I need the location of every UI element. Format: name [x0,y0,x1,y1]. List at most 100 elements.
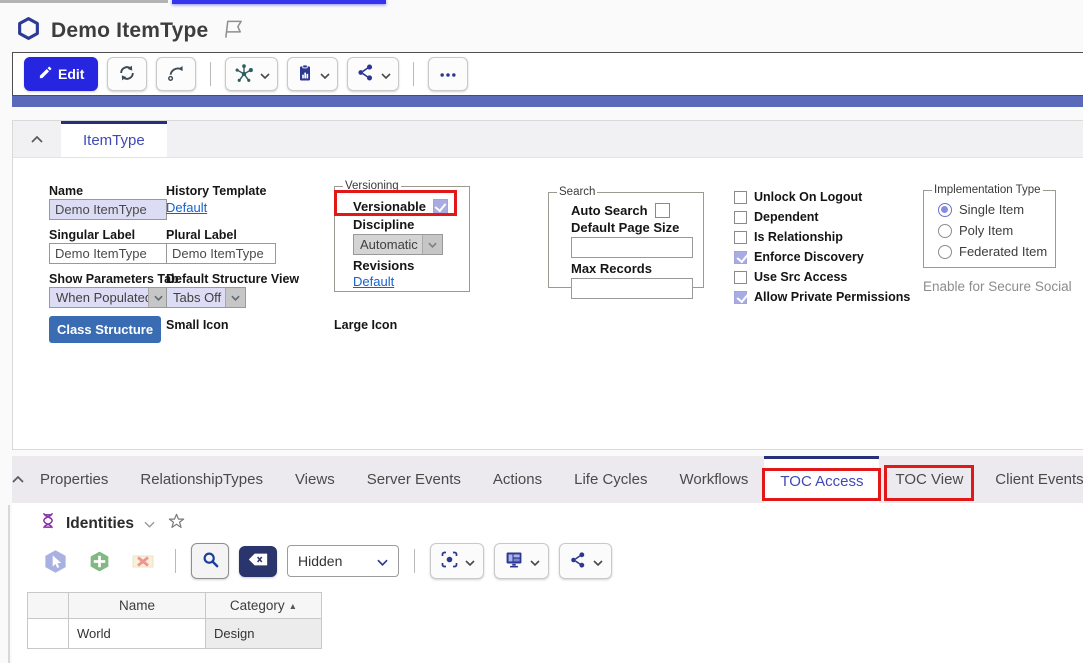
federated-item-option[interactable]: Federated Item [938,244,1047,259]
chevron-down-icon [320,67,330,82]
favorite-star-icon[interactable] [167,512,186,536]
reports-menu-button[interactable] [287,57,338,91]
tab-itemtype[interactable]: ItemType [61,121,167,157]
singular-label-field[interactable]: Demo ItemType [49,243,167,264]
add-item-button[interactable] [82,545,116,577]
clipboard-chart-icon [295,62,315,87]
grid-header-name[interactable]: Name [69,593,206,619]
implementation-type-fieldset: Implementation Type Single Item Poly Ite… [923,184,1056,268]
poly-item-radio[interactable] [938,224,952,238]
share-grid-menu-button[interactable] [559,543,612,579]
delete-item-button[interactable] [126,545,160,577]
run-search-button[interactable] [191,543,229,579]
grid-header-category[interactable]: Category ▲ [206,593,322,619]
panel-left-rail [8,505,10,663]
versionable-checkbox[interactable] [433,199,448,214]
tab-life-cycles[interactable]: Life Cycles [558,456,663,503]
structure-menu-button[interactable] [225,57,278,91]
grid-cell-name[interactable]: World [69,619,206,649]
default-page-size-field[interactable] [571,237,693,258]
tab-relationshiptypes[interactable]: RelationshipTypes [124,456,279,503]
edit-button[interactable]: Edit [24,57,98,91]
small-icon-label: Small Icon [166,318,229,332]
versioning-fieldset: Versioning Versionable Discipline Automa… [334,180,470,292]
secure-social-note: Enable for Secure Social [923,279,1072,294]
relationship-tab-strip: Properties RelationshipTypes Views Serve… [12,456,1083,503]
tab-server-events[interactable]: Server Events [351,456,477,503]
network-nodes-icon [233,62,255,87]
target-brackets-icon [439,549,460,573]
collapse-form-chevron-up-icon[interactable] [13,121,61,157]
poly-item-option[interactable]: Poly Item [938,223,1047,238]
redo-promote-button[interactable] [156,57,196,91]
select-item-button[interactable] [38,545,72,577]
chevron-down-icon [377,553,388,569]
refresh-button[interactable] [107,57,147,91]
default-structure-view-label: Default Structure View [166,272,299,286]
accent-bar [12,96,1083,107]
relationships-panel: Properties RelationshipTypes Views Serve… [12,456,1083,663]
grid-cell-category[interactable]: Design [206,619,322,649]
default-structure-view-select[interactable]: Tabs Off [166,287,246,308]
tab-workflows[interactable]: Workflows [663,456,764,503]
history-template-label: History Template [166,184,267,198]
relationship-grid-title: Identities [66,515,134,533]
use-src-access-option[interactable]: Use Src Access [734,267,910,287]
plural-label-field[interactable]: Demo ItemType [166,243,276,264]
auto-search-checkbox[interactable] [655,203,670,218]
refresh-icon [117,63,137,86]
dependent-option[interactable]: Dependent [734,207,910,227]
chevron-down-icon[interactable] [144,515,155,533]
discipline-label: Discipline [353,217,461,232]
single-item-option[interactable]: Single Item [938,202,1047,217]
is-relationship-option[interactable]: Is Relationship [734,227,910,247]
collapse-relationships-chevron-up-icon[interactable] [12,456,24,503]
enforce-discovery-checkbox[interactable] [734,251,747,264]
show-parameters-tab-label: Show Parameters Tab [49,272,179,286]
share-nodes-icon [568,550,588,573]
focus-menu-button[interactable] [430,543,484,579]
page-title: Demo ItemType [51,19,208,43]
grid-header-rowselect[interactable] [28,593,69,619]
dependent-checkbox[interactable] [734,211,747,224]
name-field[interactable]: Demo ItemType [49,199,167,220]
tab-views[interactable]: Views [279,456,351,503]
tab-properties[interactable]: Properties [24,456,124,503]
tab-client-events[interactable]: Client Events [979,456,1083,503]
chevron-down-icon [465,554,475,569]
tab-actions[interactable]: Actions [477,456,558,503]
allow-private-permissions-checkbox[interactable] [734,291,747,304]
max-records-label: Max Records [571,261,695,276]
unlock-on-logout-checkbox[interactable] [734,191,747,204]
more-actions-button[interactable] [428,57,468,91]
tab-toc-view[interactable]: TOC View [879,456,979,503]
unlock-on-logout-option[interactable]: Unlock On Logout [734,187,910,207]
tab-toc-access[interactable]: TOC Access [764,456,879,503]
show-parameters-tab-select[interactable]: When Populated [49,287,169,308]
single-item-radio[interactable] [938,203,952,217]
discipline-select[interactable]: Automatic [353,234,443,255]
title-row: Demo ItemType [16,16,245,46]
flag-icon[interactable] [222,18,245,45]
dna-helix-icon [38,510,58,537]
max-records-field[interactable] [571,278,693,299]
clear-search-button[interactable] [239,546,277,577]
chevron-down-icon [225,288,245,307]
use-src-access-checkbox[interactable] [734,271,747,284]
enforce-discovery-option[interactable]: Enforce Discovery [734,247,910,267]
monitor-icon [503,549,525,573]
class-structure-button[interactable]: Class Structure [49,316,161,343]
display-menu-button[interactable] [494,543,549,579]
chevron-down-icon [530,554,540,569]
filter-select[interactable]: Hidden [287,545,399,577]
is-relationship-checkbox[interactable] [734,231,747,244]
history-template-link[interactable]: Default [166,200,207,215]
curved-arrow-icon [166,63,186,86]
allow-private-permissions-option[interactable]: Allow Private Permissions [734,287,910,307]
singular-label-label: Singular Label [49,228,135,242]
share-menu-button[interactable] [347,57,399,91]
chevron-down-icon [148,288,168,307]
grid-row-selector[interactable] [28,619,69,649]
revisions-link[interactable]: Default [353,274,394,289]
federated-item-radio[interactable] [938,245,952,259]
